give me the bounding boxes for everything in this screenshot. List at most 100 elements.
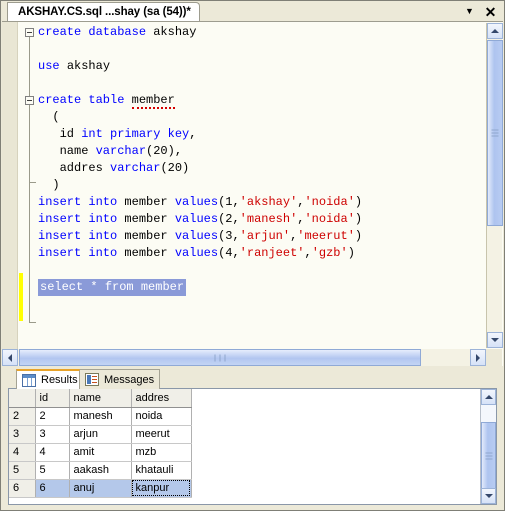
grid-cell[interactable]: 6 [35, 479, 70, 498]
code-line[interactable]: insert into member values(1,'akshay','no… [38, 194, 483, 211]
editor-vscroll-thumb[interactable] [487, 40, 503, 226]
results-vertical-scrollbar[interactable] [480, 389, 496, 504]
grid-cell[interactable]: 4 [35, 443, 70, 462]
table-row[interactable]: 4 4 amit mzb [9, 443, 192, 462]
grid-cell[interactable]: 5 [35, 461, 70, 480]
grid-cell[interactable]: aakash [69, 461, 132, 480]
row-header[interactable]: 2 [9, 407, 36, 426]
code-token: create database [38, 25, 154, 39]
arrow-down-icon [491, 338, 499, 342]
code-line[interactable]: insert into member values(2,'manesh','no… [38, 211, 483, 228]
ssms-query-window: AKSHAY.CS.sql ...shay (sa (54))* ▼ ✕ cre… [0, 0, 505, 511]
grid-cell[interactable]: khatauli [131, 461, 192, 480]
editor-horizontal-scrollbar[interactable] [2, 349, 486, 366]
code-token: (4, [218, 246, 240, 260]
editor-vertical-scrollbar[interactable] [486, 23, 503, 348]
code-token: values [174, 212, 219, 226]
chevron-down-icon[interactable]: ▼ [462, 4, 477, 19]
code-line[interactable]: name varchar(20), [38, 143, 483, 160]
arrow-up-icon [484, 395, 493, 399]
grid-corner-header[interactable] [9, 389, 36, 408]
code-line[interactable] [38, 262, 483, 279]
code-token: values [174, 229, 219, 243]
arrow-left-icon [8, 353, 12, 362]
code-token: akshay [153, 25, 197, 39]
editor-hscroll-thumb[interactable] [19, 349, 421, 366]
tab-results[interactable]: Results [16, 369, 80, 389]
grid-cell[interactable]: mzb [131, 443, 192, 462]
tab-label: Results [41, 374, 78, 386]
editor-indicator-margin[interactable] [2, 22, 18, 366]
results-grid-container[interactable]: id name addres 2 2 manesh noida 3 3 arjun meerut 4… [8, 388, 497, 505]
code-line[interactable]: id int primary key, [38, 126, 483, 143]
table-row[interactable]: 3 3 arjun meerut [9, 425, 192, 444]
grid-scroll-down-button[interactable] [481, 488, 496, 504]
row-header[interactable]: 3 [9, 425, 36, 444]
table-row[interactable]: 2 2 manesh noida [9, 407, 192, 426]
code-token: , [189, 127, 197, 141]
grid-scroll-up-button[interactable] [481, 389, 496, 405]
scroll-up-button[interactable] [487, 23, 503, 39]
code-token: ( [38, 110, 60, 124]
code-token: 'akshay' [239, 195, 298, 209]
code-text: create table member [38, 93, 175, 109]
code-line[interactable]: create table member [38, 92, 483, 109]
code-line[interactable]: insert into member values(3,'arjun','mee… [38, 228, 483, 245]
row-header[interactable]: 6 [9, 479, 36, 498]
code-line[interactable]: ( [38, 109, 483, 126]
code-line[interactable]: insert into member values(4,'ranjeet','g… [38, 245, 483, 262]
grid-cell[interactable]: kanpur [131, 479, 192, 498]
code-token: 'manesh' [239, 212, 298, 226]
fold-toggle-create-database[interactable] [25, 28, 34, 37]
grid-cell[interactable]: manesh [69, 407, 132, 426]
table-row[interactable]: 6 6 anuj kanpur [9, 479, 192, 498]
code-text: insert into member values(4,'ranjeet','g… [38, 246, 355, 260]
scroll-thumb-grip [213, 354, 228, 361]
grid-cell[interactable]: anuj [69, 479, 132, 498]
column-header-addres[interactable]: addres [131, 389, 192, 408]
sql-editor-pane[interactable]: create database akshay use akshay create… [2, 21, 503, 366]
column-header-name[interactable]: name [69, 389, 132, 408]
fold-guide-line [29, 33, 30, 322]
code-token: member [124, 212, 175, 226]
code-text-area[interactable]: create database akshay use akshay create… [38, 24, 483, 348]
code-token: insert into [38, 195, 125, 209]
code-token: ) [354, 229, 363, 243]
code-token: akshay [66, 59, 111, 73]
code-line[interactable]: use akshay [38, 58, 483, 75]
results-grid-body[interactable]: 2 2 manesh noida 3 3 arjun meerut 4 4 amit mzb 5 5 aak… [9, 407, 192, 498]
column-header-id[interactable]: id [35, 389, 70, 408]
code-line[interactable] [38, 75, 483, 92]
code-token: member [124, 246, 175, 260]
code-line[interactable]: ) [38, 177, 483, 194]
code-line[interactable]: create database akshay [38, 24, 483, 41]
code-text: create database akshay [38, 25, 196, 39]
grid-cell[interactable]: 3 [35, 425, 70, 444]
results-grid[interactable]: id name addres 2 2 manesh noida 3 3 arjun meerut 4… [9, 389, 192, 498]
scrollbar-corner [486, 349, 502, 366]
grid-cell[interactable]: noida [131, 407, 192, 426]
tab-messages[interactable]: Messages [79, 369, 160, 389]
code-line[interactable]: select * from member [38, 279, 483, 296]
grid-cell[interactable]: 2 [35, 407, 70, 426]
close-icon[interactable]: ✕ [483, 4, 498, 19]
code-line[interactable]: addres varchar(20) [38, 160, 483, 177]
fold-toggle-create-table[interactable] [25, 96, 34, 105]
code-folding-column[interactable] [24, 22, 38, 366]
arrow-down-icon [484, 494, 493, 498]
scroll-right-button[interactable] [470, 349, 486, 366]
document-tab[interactable]: AKSHAY.CS.sql ...shay (sa (54))* [7, 2, 200, 21]
table-row[interactable]: 5 5 aakash khatauli [9, 461, 192, 480]
grid-cell[interactable]: meerut [131, 425, 192, 444]
scroll-left-button[interactable] [2, 349, 18, 366]
results-vscroll-thumb[interactable] [481, 422, 496, 490]
row-header[interactable]: 4 [9, 443, 36, 462]
code-text: insert into member values(2,'manesh','no… [38, 212, 362, 226]
scroll-down-button[interactable] [487, 332, 503, 348]
results-pane: Results Messages id name addres 2 2 manesh noi… [2, 367, 503, 510]
code-token: (2, [218, 212, 240, 226]
code-line[interactable] [38, 41, 483, 58]
grid-cell[interactable]: amit [69, 443, 132, 462]
grid-cell[interactable]: arjun [69, 425, 132, 444]
row-header[interactable]: 5 [9, 461, 36, 480]
